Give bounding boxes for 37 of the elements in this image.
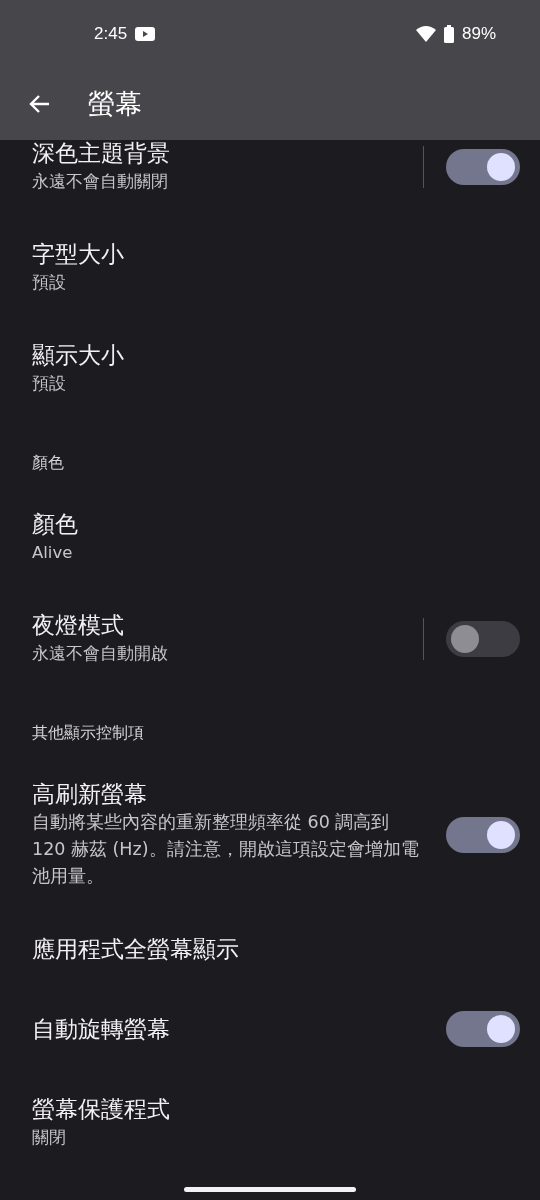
setting-title: 顯示大小 bbox=[32, 341, 125, 370]
setting-summary: 關閉 bbox=[32, 1127, 67, 1149]
video-play-icon bbox=[135, 27, 156, 41]
setting-row[interactable]: 夜燈模式 永遠不會自動開啟 bbox=[0, 588, 540, 689]
toggle-switch[interactable] bbox=[446, 620, 520, 657]
setting-title: 高刷新螢幕 bbox=[32, 780, 148, 809]
setting-title: 字型大小 bbox=[32, 240, 125, 269]
status-time: 2:45 bbox=[94, 24, 128, 44]
setting-summary: Alive bbox=[32, 542, 74, 564]
setting-row[interactable]: 字型大小 預設 bbox=[0, 217, 540, 318]
page-title: 螢幕 bbox=[88, 87, 142, 121]
toggle-switch[interactable] bbox=[446, 148, 520, 185]
setting-title: 顏色 bbox=[32, 510, 79, 539]
setting-row[interactable]: 顯示大小 預設 bbox=[0, 318, 540, 419]
setting-title: 夜燈模式 bbox=[32, 611, 125, 640]
battery-icon bbox=[443, 25, 454, 43]
setting-row[interactable]: 顏色 Alive bbox=[0, 487, 540, 588]
section-header: 其他顯示控制項 bbox=[31, 722, 145, 744]
section-header: 顏色 bbox=[31, 452, 65, 474]
battery-percent: 89% bbox=[461, 24, 496, 44]
setting-description: 自動將某些內容的重新整理頻率從 60 調高到 120 赫茲 (Hz)。請注意，開啟這項設定會增加電池用量。 bbox=[32, 811, 420, 888]
setting-title: 螢幕保護程式 bbox=[32, 1095, 171, 1124]
setting-row[interactable]: 高刷新螢幕 自動將某些內容的重新整理頻率從 60 調高到 120 赫茲 (Hz)。請注意，開啟這項設定會增加電池用量。 bbox=[0, 757, 540, 912]
setting-row[interactable]: 應用程式全螢幕顯示 bbox=[0, 912, 540, 986]
setting-row[interactable]: 螢幕保護程式 關閉 bbox=[0, 1072, 540, 1173]
setting-summary: 預設 bbox=[32, 272, 67, 294]
toggle-switch[interactable] bbox=[446, 1011, 520, 1047]
setting-row[interactable]: 自動旋轉螢幕 bbox=[0, 986, 540, 1072]
wifi-icon bbox=[415, 26, 436, 42]
setting-title: 自動旋轉螢幕 bbox=[32, 1015, 171, 1044]
setting-summary: 預設 bbox=[32, 373, 67, 395]
toggle-switch[interactable] bbox=[446, 816, 520, 853]
setting-title: 深色主題背景 bbox=[32, 140, 171, 168]
setting-title: 應用程式全螢幕顯示 bbox=[32, 935, 240, 964]
setting-summary: 永遠不會自動開啟 bbox=[32, 643, 169, 665]
setting-summary: 永遠不會自動關閉 bbox=[32, 171, 169, 193]
setting-row[interactable]: 深色主題背景 永遠不會自動關閉 bbox=[0, 140, 540, 217]
